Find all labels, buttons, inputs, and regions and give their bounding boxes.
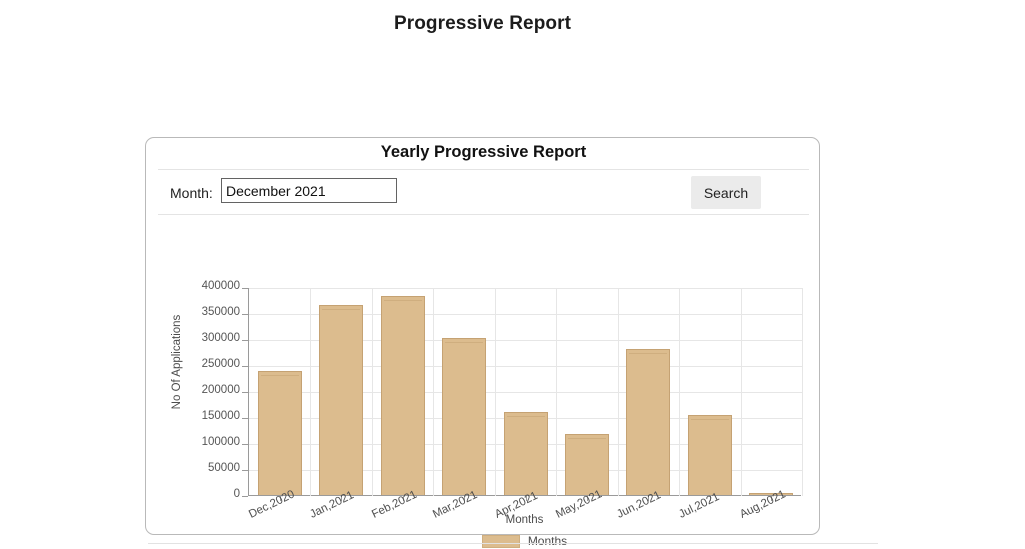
x-gridline (741, 288, 742, 496)
chart-bar[interactable] (626, 349, 670, 495)
card-header-title: Yearly Progressive Report (380, 143, 587, 161)
y-tick-label: 100000 (201, 436, 240, 448)
y-tick-label: 350000 (201, 306, 240, 318)
y-tick-mark (242, 288, 248, 289)
search-button[interactable]: Search (691, 176, 761, 209)
y-tick-label: 300000 (201, 332, 240, 344)
y-tick-mark (242, 314, 248, 315)
chart-bar[interactable] (319, 305, 363, 495)
y-tick-mark (242, 444, 248, 445)
legend-swatch-icon (481, 534, 520, 548)
x-gridline (372, 288, 373, 496)
bar-highlight (629, 353, 667, 495)
y-tick-mark (242, 418, 248, 419)
bar-highlight (445, 342, 483, 495)
chart-bar[interactable] (565, 434, 609, 495)
x-gridline (556, 288, 557, 496)
search-row-divider (158, 214, 809, 215)
x-gridline (495, 288, 496, 496)
chart-bar[interactable] (442, 338, 486, 495)
header-divider (158, 169, 809, 170)
page-root: Progressive Report Yearly Progressive Re… (0, 0, 1025, 549)
chart-bar[interactable] (258, 371, 302, 495)
plot-area (248, 288, 803, 501)
chart-bar[interactable] (504, 412, 548, 495)
x-gridline (433, 288, 434, 496)
y-tick-mark (242, 470, 248, 471)
month-input[interactable] (221, 178, 397, 203)
y-tick-mark (242, 340, 248, 341)
y-tick-label: 400000 (201, 280, 240, 292)
y-tick-label: 150000 (201, 410, 240, 422)
page-bottom-divider (148, 543, 878, 544)
bar-highlight (322, 309, 360, 495)
x-axis-title: Months (505, 514, 544, 526)
y-tick-mark (242, 392, 248, 393)
y-tick-label: 50000 (208, 462, 240, 474)
bar-highlight (691, 419, 729, 495)
y-gridline (249, 288, 802, 289)
x-gridline (618, 288, 619, 496)
search-row: Month: Search (158, 174, 809, 214)
chart-legend: Months (248, 534, 801, 548)
report-card: Yearly Progressive Report Month: Search … (145, 137, 821, 548)
bar-highlight (568, 438, 606, 495)
chart-area: No Of Applications Months Months 0 50000 1… (146, 218, 821, 548)
chart-bar[interactable] (688, 415, 732, 495)
x-gridline (310, 288, 311, 496)
bar-highlight (507, 416, 545, 495)
bar-highlight (384, 300, 422, 495)
month-label: Month: (170, 185, 213, 201)
legend-label: Months (527, 534, 568, 548)
x-gridline (802, 288, 803, 496)
y-tick-label: 0 (233, 488, 240, 500)
y-tick-mark (242, 366, 248, 367)
page-title: Progressive Report (393, 13, 572, 34)
bar-highlight (261, 375, 299, 495)
y-tick-label: 250000 (201, 358, 240, 370)
chart-bar[interactable] (381, 296, 425, 495)
x-gridline (679, 288, 680, 496)
y-tick-label: 200000 (201, 384, 240, 396)
y-tick-mark (242, 496, 248, 497)
